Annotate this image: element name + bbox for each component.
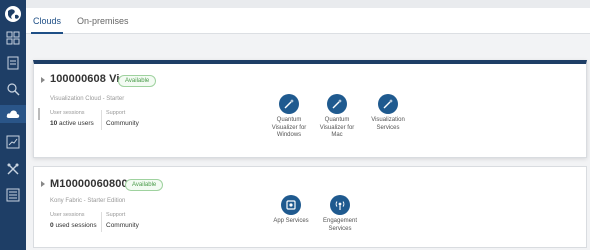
support-label: Support bbox=[106, 110, 126, 116]
meta-divider bbox=[101, 110, 102, 130]
service-visualization-services[interactable]: Visualization Services bbox=[363, 94, 413, 132]
drag-handle-icon[interactable] bbox=[38, 108, 40, 120]
expand-arrow-icon[interactable] bbox=[41, 181, 45, 187]
cloud-subtitle: Kony Fabric - Starter Edition bbox=[50, 198, 126, 204]
support-value: Community bbox=[106, 222, 139, 229]
wand-icon bbox=[327, 94, 347, 114]
cloud-title[interactable]: M100000608001 bbox=[50, 178, 134, 190]
tab-on-premises[interactable]: On-premises bbox=[77, 16, 129, 26]
top-strip bbox=[26, 0, 590, 8]
sessions-value: 0 used sessions bbox=[50, 222, 97, 229]
tools-icon[interactable] bbox=[4, 160, 22, 178]
active-tab-indicator bbox=[31, 32, 63, 34]
left-sidebar bbox=[0, 0, 26, 250]
cloud-card: M100000608001 Available Kony Fabric - St… bbox=[33, 166, 587, 248]
list-icon[interactable] bbox=[4, 186, 22, 204]
wand-icon bbox=[378, 94, 398, 114]
chart-icon[interactable] bbox=[4, 133, 22, 151]
status-badge: Available bbox=[125, 179, 164, 191]
app-services-icon bbox=[281, 195, 301, 215]
grid-icon[interactable] bbox=[4, 29, 22, 47]
service-engagement-services[interactable]: Engagement Services bbox=[315, 195, 365, 233]
sessions-label: User sessions bbox=[50, 212, 85, 218]
search-cloud-icon[interactable] bbox=[4, 80, 22, 98]
wand-icon bbox=[279, 94, 299, 114]
service-app-services[interactable]: App Services bbox=[266, 195, 316, 226]
expand-arrow-icon[interactable] bbox=[41, 77, 45, 83]
meta-divider bbox=[101, 212, 102, 232]
document-icon[interactable] bbox=[4, 54, 22, 72]
cloud-title[interactable]: 100000608 Vis bbox=[50, 73, 126, 85]
engagement-icon bbox=[330, 195, 350, 215]
sessions-label: User sessions bbox=[50, 110, 85, 116]
support-label: Support bbox=[106, 212, 126, 218]
globe-logo-icon[interactable] bbox=[4, 5, 22, 23]
sessions-value: 10 active users bbox=[50, 120, 94, 127]
cloud-subtitle: Visualization Cloud - Starter bbox=[50, 96, 125, 102]
status-badge: Available bbox=[118, 75, 157, 87]
cloud-card: 100000608 Vis Available Visualization Cl… bbox=[33, 60, 587, 158]
support-value: Community bbox=[106, 120, 139, 127]
service-quantum-visualizer-mac[interactable]: Quantum Visualizer for Mac bbox=[312, 94, 362, 140]
cloud-icon[interactable] bbox=[0, 105, 26, 123]
service-quantum-visualizer-windows[interactable]: Quantum Visualizer for Windows bbox=[264, 94, 314, 140]
tab-clouds[interactable]: Clouds bbox=[33, 16, 61, 26]
